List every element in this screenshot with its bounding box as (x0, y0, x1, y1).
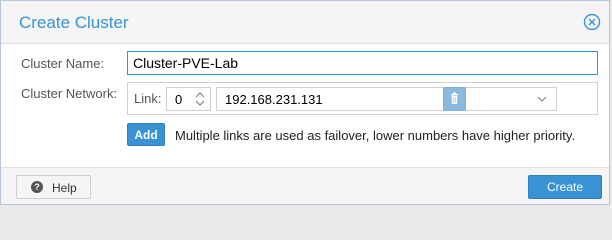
link-number-spinner[interactable]: 0 (166, 87, 211, 111)
trash-icon (451, 92, 458, 104)
dialog-footer: ? Help Create (1, 167, 609, 204)
cluster-name-label: Cluster Name: (21, 56, 105, 71)
add-link-button[interactable]: Add (127, 123, 165, 146)
dialog-titlebar: Create Cluster (1, 1, 609, 44)
chevron-down-icon[interactable] (536, 93, 548, 105)
create-cluster-dialog: Create Cluster Cluster Name: Cluster Net… (0, 0, 610, 205)
dialog-title: Create Cluster (19, 13, 129, 32)
cluster-network-label: Cluster Network: (21, 86, 118, 101)
link-label: Link: (134, 91, 162, 106)
spinner-arrows-icon[interactable] (194, 90, 206, 108)
help-button[interactable]: ? Help (16, 175, 91, 199)
cluster-network-links: Link: 0 192.168.231.131 (127, 82, 598, 115)
dialog-body: Cluster Name: Cluster Network: Link: 0 1… (1, 44, 609, 167)
link-address-select[interactable]: 192.168.231.131 (216, 87, 557, 111)
delete-link-button[interactable] (443, 87, 466, 111)
close-icon[interactable] (583, 13, 601, 31)
help-label: Help (52, 181, 77, 195)
failover-hint: Multiple links are used as failover, low… (175, 128, 576, 143)
create-button[interactable]: Create (528, 175, 602, 199)
question-icon: ? (31, 181, 43, 193)
link-address-value: 192.168.231.131 (225, 92, 323, 107)
cluster-name-input[interactable] (127, 51, 598, 75)
link-number-value: 0 (175, 92, 183, 107)
